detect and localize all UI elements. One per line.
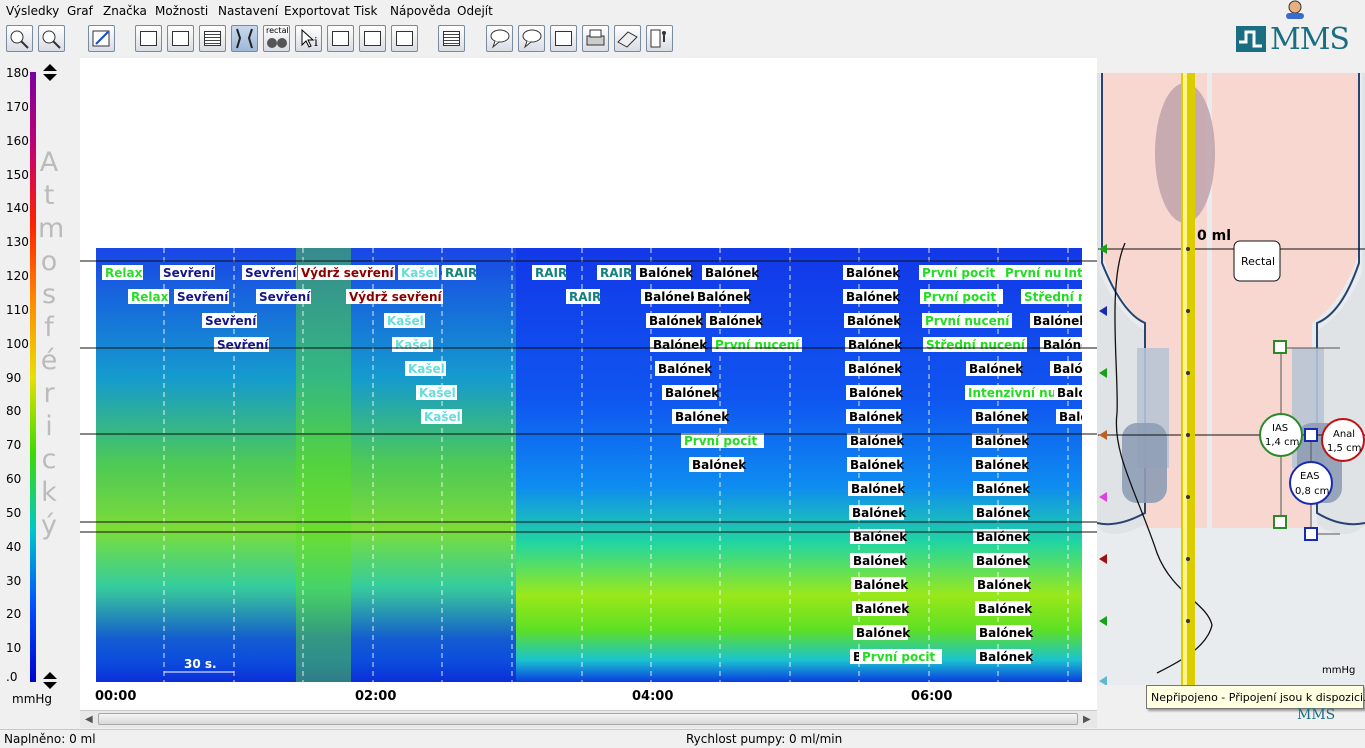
menu-napoveda[interactable]: Nápověda (390, 4, 451, 18)
menu-tisk[interactable]: Tisk (354, 4, 378, 18)
eas-bottom-handle[interactable] (1304, 527, 1318, 541)
rectal-icon-label: rectal (266, 26, 289, 35)
anal-label: Anal (1333, 429, 1355, 440)
mms-small-logo: MMS (1297, 707, 1336, 723)
y-tick: 140 (6, 201, 29, 215)
y-tick: 130 (6, 235, 29, 249)
pdf-icon[interactable] (550, 25, 577, 52)
comment-icon-1[interactable] (486, 25, 513, 52)
edit-icon[interactable] (88, 25, 115, 52)
y-tick: 70 (6, 438, 22, 452)
zoom-out-icon[interactable] (6, 25, 33, 52)
curve-icon-2[interactable] (391, 25, 418, 52)
menu-bar: Výsledky Graf Značka Možnosti Nastavení … (0, 0, 1365, 22)
y-tick: 80 (6, 404, 22, 418)
x-tick: 02:00 (355, 689, 397, 704)
exit-icon[interactable] (646, 25, 673, 52)
eas-circle[interactable] (1289, 461, 1333, 505)
chart-icon-1[interactable] (135, 25, 162, 52)
ias-top-handle[interactable] (1273, 340, 1287, 354)
menu-nastaveni[interactable]: Nastavení (218, 4, 278, 18)
curve-icon-1[interactable] (359, 25, 386, 52)
svg-text:i: i (314, 35, 318, 49)
y-tick: 160 (6, 134, 29, 148)
scale-down-arrow-icon[interactable] (43, 682, 57, 689)
cursor-info-icon[interactable]: i (295, 25, 322, 52)
zoom-in-icon[interactable] (38, 25, 65, 52)
ias-length: 1,4 cm (1265, 437, 1299, 448)
menu-vysledky[interactable]: Výsledky (6, 4, 59, 18)
y-tick: 20 (6, 607, 22, 621)
y-tick: 30 (6, 574, 22, 588)
y-axis-unit: mmHg (12, 692, 53, 706)
comment-icon-2[interactable] (518, 25, 545, 52)
y-tick: 170 (6, 100, 29, 114)
sphincter-view-icon[interactable] (231, 25, 258, 52)
book-icon[interactable] (614, 25, 641, 52)
y-tick: 180 (6, 66, 29, 80)
horizontal-scrollbar[interactable]: ◀ ▶ (80, 710, 1097, 728)
y-tick: 60 (6, 472, 22, 486)
scroll-right-icon[interactable]: ▶ (1083, 714, 1091, 725)
eas-top-handle[interactable] (1304, 428, 1318, 442)
y-tick: 10 (6, 641, 22, 655)
connection-tooltip: Nepřipojeno - Připojení jsou k dispozici… (1146, 685, 1365, 709)
scale-down-arrow-icon[interactable] (43, 74, 57, 81)
scrollbar-thumb[interactable] (98, 713, 1078, 725)
y-tick: 120 (6, 269, 29, 283)
rectal-label: Rectal (1241, 255, 1275, 268)
toolbar: rectal i (0, 22, 1365, 58)
balloon-volume: 0 ml (1197, 228, 1231, 244)
wave-icon[interactable] (327, 25, 354, 52)
sensor-arrow-icon (1099, 368, 1107, 378)
ias-bottom-handle[interactable] (1273, 515, 1287, 529)
sensor-arrow-icon (1099, 306, 1107, 316)
menu-moznosti[interactable]: Možnosti (155, 4, 208, 18)
scroll-left-icon[interactable]: ◀ (85, 714, 93, 725)
mms-logo-text: MMS (1270, 22, 1350, 57)
filled-volume-status: Naplněno: 0 ml (4, 732, 96, 746)
menu-odejit[interactable]: Odejít (457, 4, 493, 18)
menu-znacka[interactable]: Značka (103, 4, 147, 18)
ias-label: IAS (1272, 423, 1288, 434)
sensor-arrow-icon (1099, 492, 1107, 502)
sensor-arrow-icon (1099, 430, 1107, 440)
y-tick: 40 (6, 540, 22, 554)
pressure-color-scale (30, 72, 36, 682)
y-tick: 150 (6, 168, 29, 182)
mms-logo: MMS (1234, 22, 1362, 57)
ias-circle[interactable] (1259, 413, 1303, 457)
x-tick: 06:00 (911, 689, 953, 704)
eas-label: EAS (1300, 471, 1320, 482)
eas-length: 0,8 cm (1295, 486, 1329, 497)
y-axis-vertical-label: A t m o s f é r i c k ý (38, 147, 65, 541)
menu-exportovat[interactable]: Exportovat (284, 4, 350, 18)
y-tick: 90 (6, 371, 22, 385)
anal-circle[interactable] (1321, 418, 1365, 462)
x-tick: 00:00 (95, 689, 137, 704)
chart-icon-2[interactable] (167, 25, 194, 52)
scale-up-arrow-icon[interactable] (43, 64, 57, 71)
status-bar: Naplněno: 0 ml Rychlost pumpy: 0 ml/min (0, 729, 1365, 748)
pump-rate-status: Rychlost pumpy: 0 ml/min (686, 732, 843, 746)
notes-icon[interactable] (438, 25, 465, 52)
x-tick: 04:00 (632, 689, 674, 704)
anatomy-panel[interactable]: 0 ml Rectal IAS 1,4 cm EAS 0,8 cm Anal 1… (1096, 73, 1365, 686)
menu-graf[interactable]: Graf (67, 4, 93, 18)
mms-logo-icon (1236, 26, 1266, 52)
anal-length: 1,5 cm (1327, 443, 1361, 454)
y-tick: 110 (6, 303, 29, 317)
print-icon[interactable] (582, 25, 609, 52)
rectal-icon[interactable]: rectal (263, 25, 290, 52)
y-tick: .0 (6, 670, 18, 684)
anorectal-diagram: 0 ml Rectal IAS 1,4 cm EAS 0,8 cm Anal 1… (1096, 73, 1365, 686)
y-tick: 100 (6, 337, 29, 351)
scale-up-arrow-icon[interactable] (43, 672, 57, 679)
avatar-icon[interactable] (1282, 0, 1308, 20)
y-tick: 50 (6, 506, 22, 520)
anatomy-unit: mmHg (1322, 665, 1355, 676)
table-icon[interactable] (199, 25, 226, 52)
